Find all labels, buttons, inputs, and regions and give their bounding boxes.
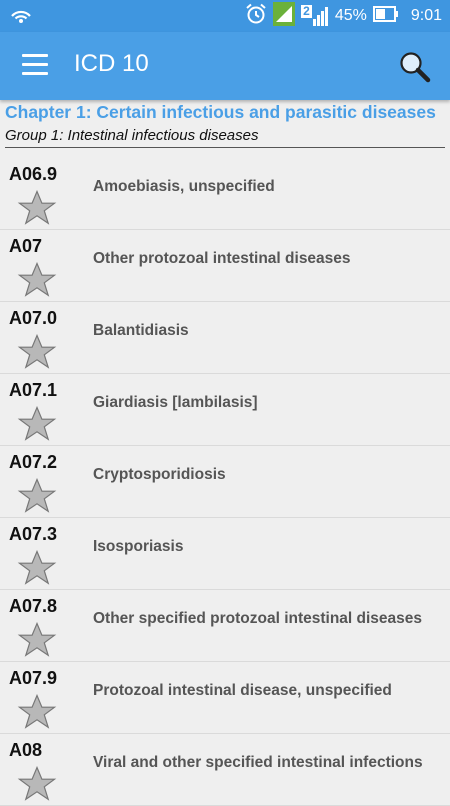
list-item[interactable]: A07.1 Giardiasis [lambilasis]	[0, 374, 450, 446]
list-item[interactable]: A07.9 Protozoal intestinal disease, unsp…	[0, 662, 450, 734]
alarm-icon	[245, 3, 267, 30]
clock-time: 9:01	[410, 7, 442, 24]
favorite-star-icon[interactable]	[17, 262, 57, 300]
icd-description: Other protozoal intestinal diseases	[93, 250, 351, 267]
list-item[interactable]: A07.0 Balantidiasis	[0, 302, 450, 374]
divider	[5, 147, 445, 148]
sim-2-signal-icon: 2	[301, 5, 329, 27]
icd-code: A07.9	[9, 668, 58, 688]
icd-description: Viral and other specified intestinal inf…	[93, 754, 423, 771]
favorite-star-icon[interactable]	[17, 766, 57, 804]
favorite-star-icon[interactable]	[17, 694, 57, 732]
icd-description: Amoebiasis, unspecified	[93, 178, 275, 195]
list-item[interactable]: A07.8 Other specified protozoal intestin…	[0, 590, 450, 662]
wifi-hotspot-icon	[10, 6, 32, 29]
icd-description: Balantidiasis	[93, 322, 189, 339]
icd-description: Isosporiasis	[93, 538, 184, 555]
app-bar: ICD 10	[0, 32, 450, 100]
sim-number: 2	[301, 4, 312, 18]
signal-icon	[273, 1, 296, 31]
hamburger-menu-icon[interactable]	[22, 54, 48, 76]
icd-description: Other specified protozoal intestinal dis…	[93, 610, 423, 627]
icd-code: A07.0	[9, 308, 58, 328]
code-list: A06.9 Amoebiasis, unspecified A07 Other …	[0, 158, 450, 806]
status-bar: 2 45% 9:01	[0, 0, 450, 32]
favorite-star-icon[interactable]	[17, 334, 57, 372]
icd-code: A07.8	[9, 596, 58, 616]
icd-code: A07.1	[9, 380, 58, 400]
list-item[interactable]: A06.9 Amoebiasis, unspecified	[0, 158, 450, 230]
icd-description: Protozoal intestinal disease, unspecifie…	[93, 682, 392, 699]
battery-icon	[372, 5, 399, 27]
favorite-star-icon[interactable]	[17, 622, 57, 660]
search-icon[interactable]	[398, 50, 432, 84]
icd-code: A06.9	[9, 164, 58, 184]
icd-description: Giardiasis [lambilasis]	[93, 394, 258, 411]
list-item[interactable]: A07 Other protozoal intestinal diseases	[0, 230, 450, 302]
list-item[interactable]: A07.3 Isosporiasis	[0, 518, 450, 590]
icd-code: A07	[9, 236, 43, 256]
app-title: ICD 10	[74, 50, 149, 77]
favorite-star-icon[interactable]	[17, 190, 57, 228]
group-title: Group 1: Intestinal infectious diseases	[5, 127, 259, 144]
list-item[interactable]: A07.2 Cryptosporidiosis	[0, 446, 450, 518]
icd-code: A07.3	[9, 524, 58, 544]
favorite-star-icon[interactable]	[17, 406, 57, 444]
icd-code: A08	[9, 740, 43, 760]
favorite-star-icon[interactable]	[17, 550, 57, 588]
icd-code: A07.2	[9, 452, 58, 472]
battery-percent: 45%	[334, 7, 367, 24]
favorite-star-icon[interactable]	[17, 478, 57, 516]
list-item[interactable]: A08 Viral and other specified intestinal…	[0, 734, 450, 806]
icd-description: Cryptosporidiosis	[93, 466, 226, 483]
chapter-title: Chapter 1: Certain infectious and parasi…	[5, 102, 436, 122]
